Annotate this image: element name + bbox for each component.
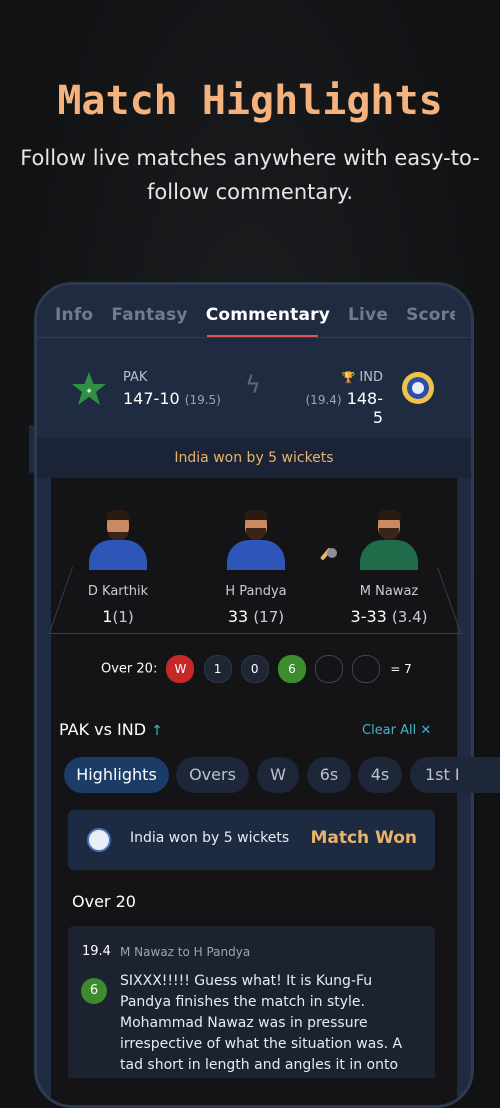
india-crest-icon [87, 828, 111, 852]
runs-badge: 6 [81, 978, 107, 1004]
ball-result: 1 [204, 655, 232, 683]
filter-fours[interactable]: 4s [358, 757, 402, 793]
lightning-bolt-icon: ϟ [245, 371, 261, 399]
batter-card[interactable]: H Pandya 33 (17) [201, 508, 311, 626]
commentary-item: 19.4 M Nawaz to H Pandya 6 SIXXX!!!!! Gu… [68, 926, 435, 1078]
player-name: D Karthik [63, 584, 173, 599]
current-over: Over 20: W 1 0 6 = 7 [101, 655, 412, 683]
match-status: Match Won [310, 828, 417, 848]
divider [37, 337, 471, 338]
player-stat: 1(1) [63, 607, 173, 626]
team-score: (19.4) 148-5 [305, 389, 383, 427]
player-stat: 33 (17) [201, 607, 311, 626]
over-label: Over 20: [101, 662, 157, 677]
result-banner: India won by 5 wickets [37, 438, 471, 478]
commentary-text: SIXXX!!!!! Guess what! It is Kung-Fu Pan… [120, 971, 420, 1078]
match-result-card[interactable]: India won by 5 wickets Match Won [68, 810, 435, 870]
clear-all-button[interactable]: Clear All ✕ [362, 723, 431, 738]
ball-result: W [166, 655, 194, 683]
bowler-card[interactable]: M Nawaz 3-33 (3.4) [334, 508, 444, 626]
ball-result [352, 655, 380, 683]
tab-bar: Info Fantasy Commentary Live Score [55, 305, 455, 335]
filter-wickets[interactable]: W [257, 757, 299, 793]
team-pak[interactable]: PAK 147-10 (19.5) [123, 370, 221, 408]
ball-number: 19.4 [82, 944, 111, 959]
svg-text:✦: ✦ [85, 387, 93, 397]
filter-highlights[interactable]: Highlights [64, 757, 169, 793]
team-score: 147-10 (19.5) [123, 389, 221, 408]
player-name: M Nawaz [334, 584, 444, 599]
player-avatar [227, 508, 285, 570]
over-total: = 7 [390, 662, 412, 676]
arrow-up-icon: ↑ [151, 723, 163, 739]
over-heading: Over 20 [72, 892, 136, 911]
ball-result [315, 655, 343, 683]
india-crest-icon [401, 371, 435, 405]
tab-fantasy[interactable]: Fantasy [111, 305, 187, 325]
team-code: PAK [123, 370, 221, 385]
team-ind[interactable]: 🏆 IND (19.4) 148-5 [305, 370, 383, 427]
filter-first-innings[interactable]: 1st I [410, 757, 500, 793]
promo-subtitle: Follow live matches anywhere with easy-t… [20, 141, 480, 209]
filter-overs[interactable]: Overs [176, 757, 249, 793]
batter-card[interactable]: D Karthik 1(1) [63, 508, 173, 626]
bowler-batter: M Nawaz to H Pandya [120, 945, 250, 959]
ball-result: 0 [241, 655, 269, 683]
pakistan-star-icon: ✦ [71, 371, 107, 407]
player-avatar [89, 508, 147, 570]
tab-info[interactable]: Info [55, 305, 93, 325]
player-avatar [360, 508, 418, 570]
tab-commentary[interactable]: Commentary [206, 305, 330, 325]
tab-live[interactable]: Live [348, 305, 388, 325]
ball-icon [327, 548, 337, 558]
player-stat: 3-33 (3.4) [334, 607, 444, 626]
promo-title: Match Highlights [0, 78, 500, 124]
player-name: H Pandya [201, 584, 311, 599]
trophy-icon: 🏆 [342, 371, 356, 384]
result-text: India won by 5 wickets [130, 830, 289, 846]
match-title[interactable]: PAK vs IND ↑ [59, 720, 163, 739]
ball-result: 6 [278, 655, 306, 683]
filter-sixes[interactable]: 6s [307, 757, 351, 793]
tab-score[interactable]: Score [406, 305, 455, 325]
team-code: 🏆 IND [305, 370, 383, 385]
